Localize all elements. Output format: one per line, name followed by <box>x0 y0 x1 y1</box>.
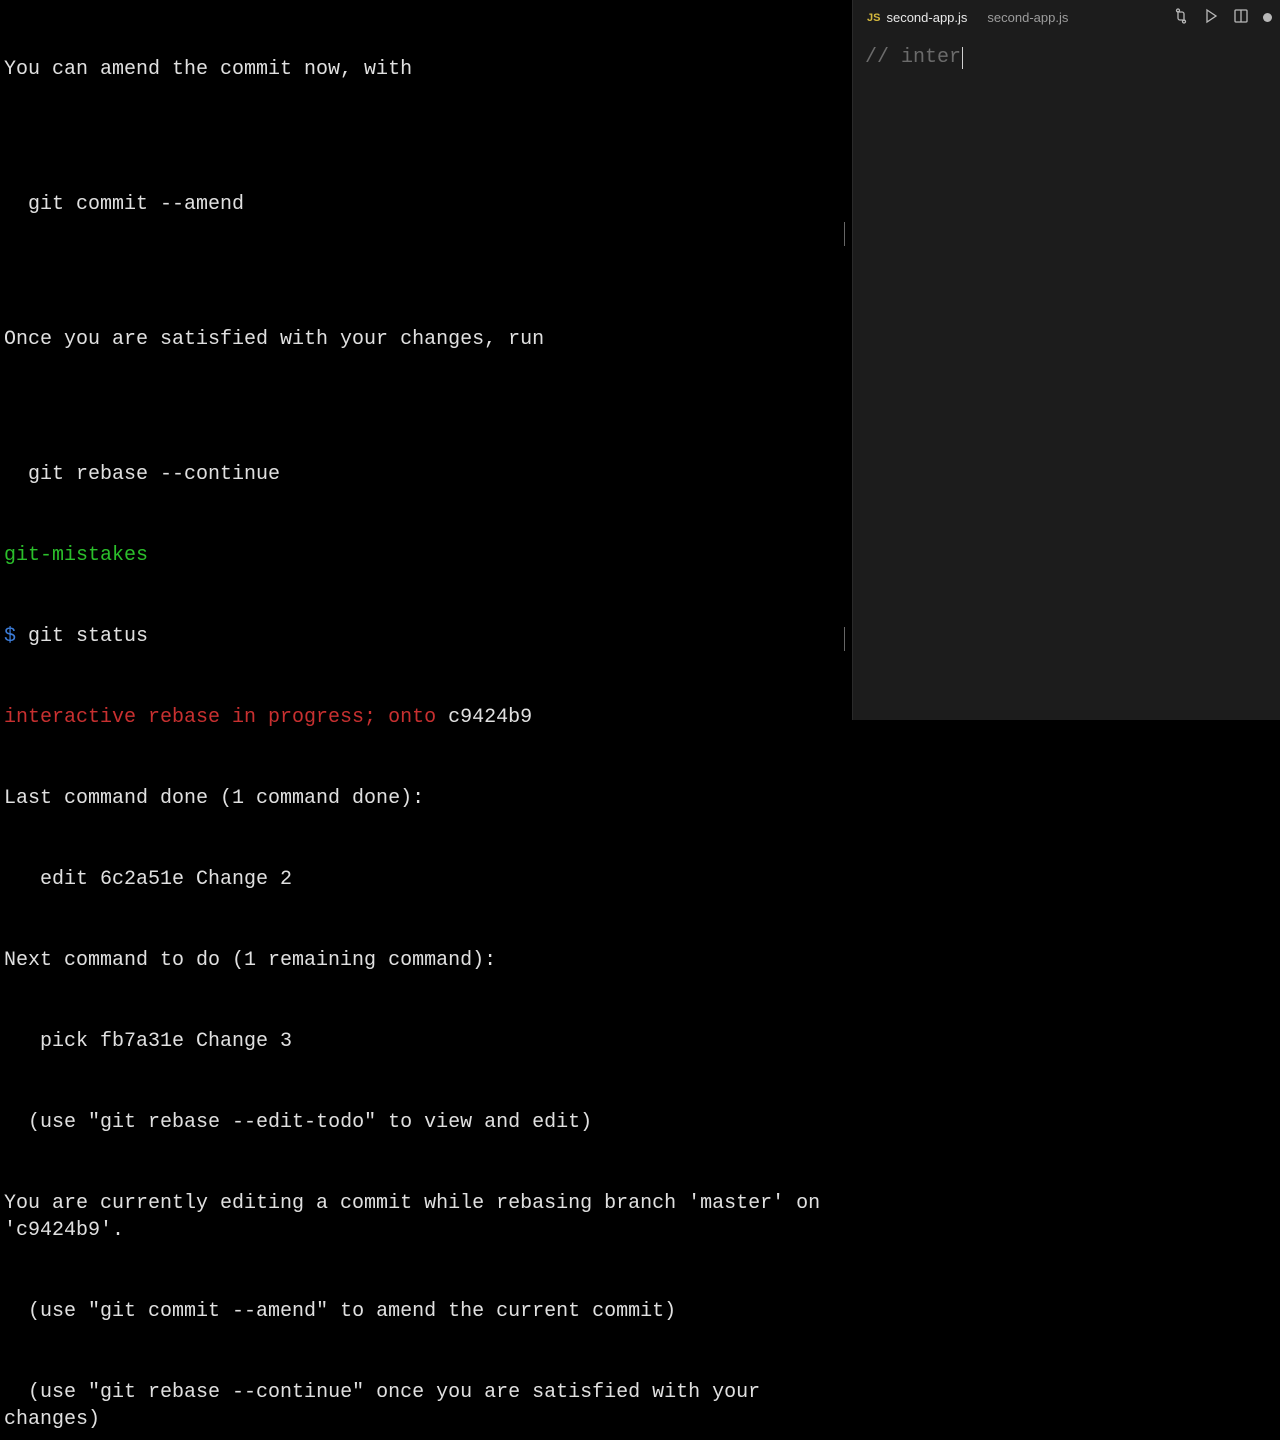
tab-active[interactable]: JS second-app.js <box>861 5 973 31</box>
unsaved-indicator-icon[interactable] <box>1263 13 1272 22</box>
editor-content[interactable]: // inter <box>853 36 1280 720</box>
terminal-output: Last command done (1 command done): <box>4 785 848 812</box>
tab-actions <box>1173 8 1272 29</box>
terminal-output: You are currently editing a commit while… <box>4 1190 848 1244</box>
js-file-icon: JS <box>867 11 880 26</box>
prompt-line: $ git status <box>4 623 848 650</box>
split-editor-icon[interactable] <box>1233 8 1249 29</box>
tab-label: second-app.js <box>987 9 1068 27</box>
prompt-directory: git-mistakes <box>4 542 848 569</box>
rebase-status: interactive rebase in progress; onto <box>4 706 436 729</box>
terminal-output: (use "git rebase --continue" once you ar… <box>4 1379 848 1433</box>
tab-inactive[interactable]: second-app.js <box>981 5 1074 31</box>
commit-hash: c9424b9 <box>436 706 532 729</box>
terminal-output: interactive rebase in progress; onto c94… <box>4 704 848 731</box>
scrollbar-mark <box>844 627 845 651</box>
terminal-output: You can amend the commit now, with <box>4 56 848 83</box>
scrollbar-mark <box>844 222 845 246</box>
editor-cursor <box>962 47 963 69</box>
terminal-output: pick fb7a31e Change 3 <box>4 1028 848 1055</box>
terminal-output: git commit --amend <box>4 191 848 218</box>
terminal-output: Once you are satisfied with your changes… <box>4 326 848 353</box>
terminal-output: (use "git rebase --edit-todo" to view an… <box>4 1109 848 1136</box>
prompt-symbol: $ <box>4 625 16 648</box>
editor-pane: JS second-app.js second-app.js <box>852 0 1280 720</box>
terminal-output: Next command to do (1 remaining command)… <box>4 947 848 974</box>
run-icon[interactable] <box>1203 8 1219 29</box>
tab-bar: JS second-app.js second-app.js <box>853 0 1280 36</box>
terminal-output: edit 6c2a51e Change 2 <box>4 866 848 893</box>
terminal-pane[interactable]: You can amend the commit now, with git c… <box>0 0 852 720</box>
command-text: git status <box>16 625 148 648</box>
compare-changes-icon[interactable] <box>1173 8 1189 29</box>
code-line: // inter <box>865 46 961 69</box>
tab-label: second-app.js <box>886 9 967 27</box>
terminal-output: (use "git commit --amend" to amend the c… <box>4 1298 848 1325</box>
terminal-output: git rebase --continue <box>4 461 848 488</box>
